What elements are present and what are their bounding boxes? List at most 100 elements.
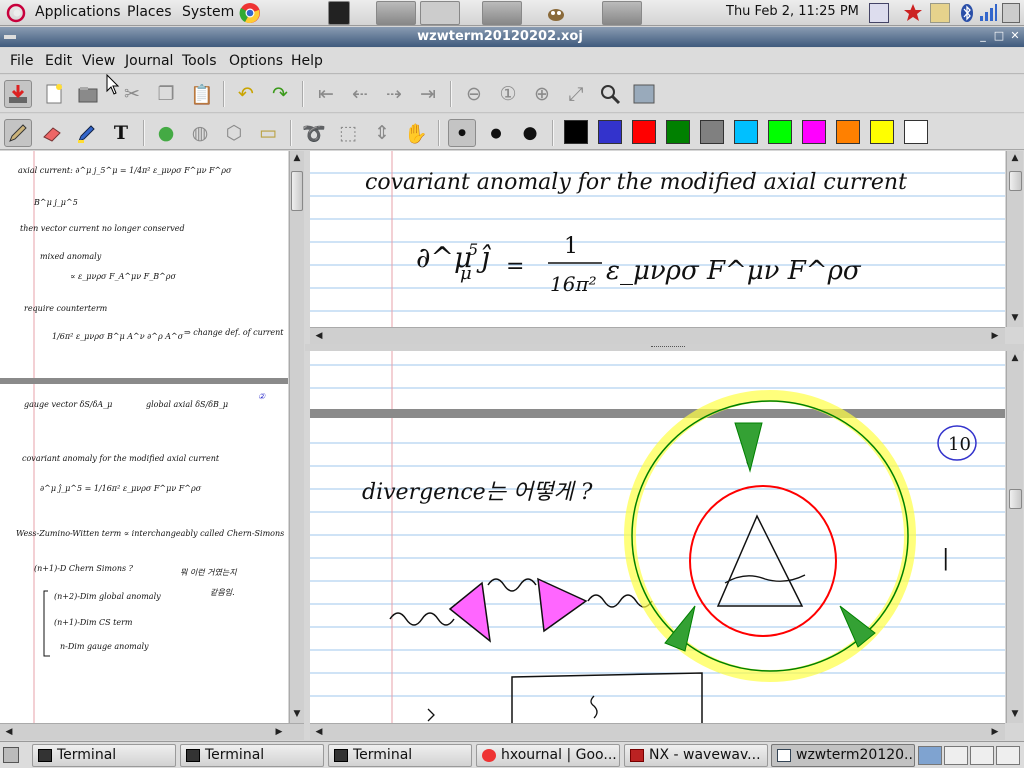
color-orange-swatch[interactable] — [836, 120, 860, 144]
pen-icon[interactable] — [4, 119, 32, 147]
scroll-up-arrow[interactable]: ▲ — [290, 151, 304, 165]
applications-menu[interactable]: Applications — [35, 4, 121, 20]
scroll-up-arrow[interactable]: ▲ — [1008, 151, 1022, 165]
fullscreen-icon[interactable] — [630, 80, 658, 108]
thick-icon[interactable]: ● — [516, 119, 544, 147]
scroll-left-arrow[interactable]: ◀ — [312, 725, 326, 739]
system-menu[interactable]: System — [182, 4, 234, 20]
paste-icon[interactable]: 📋 — [188, 80, 216, 108]
color-lightgreen-swatch[interactable] — [768, 120, 792, 144]
cut-icon[interactable]: ✂ — [118, 80, 146, 108]
scroll-right-arrow[interactable]: ▶ — [272, 725, 286, 739]
zoom-fit-icon[interactable]: ⤢ — [562, 80, 590, 108]
find-icon[interactable] — [596, 80, 624, 108]
vertical-space-icon[interactable]: ⇕ — [368, 119, 396, 147]
next-page-icon[interactable]: ⇢ — [380, 80, 408, 108]
new-icon[interactable] — [40, 80, 68, 108]
battery-icon[interactable] — [1002, 3, 1020, 23]
display-icon[interactable] — [869, 3, 889, 23]
prev-page-icon[interactable]: ⇠ — [346, 80, 374, 108]
open-icon[interactable] — [74, 80, 102, 108]
menu-tools[interactable]: Tools — [182, 53, 217, 69]
text-icon[interactable]: T — [107, 119, 135, 147]
menu-file[interactable]: File — [10, 53, 33, 69]
window-titlebar[interactable]: wzwterm20120202.xoj _ □ ✕ — [0, 27, 1024, 47]
hand-icon[interactable]: ✋ — [402, 119, 430, 147]
task-terminal-1[interactable]: Terminal — [32, 744, 176, 767]
shape-recognizer-icon[interactable]: ⬡ — [220, 119, 248, 147]
color-magenta-swatch[interactable] — [802, 120, 826, 144]
scroll-thumb[interactable] — [1009, 171, 1022, 191]
scroll-up-arrow[interactable]: ▲ — [1008, 351, 1022, 365]
default-tool-icon[interactable]: ● — [152, 119, 180, 147]
color-lightblue-swatch[interactable] — [734, 120, 758, 144]
maximize-button[interactable]: □ — [992, 29, 1006, 43]
pane-splitter[interactable] — [305, 344, 1024, 351]
workspace-2[interactable] — [944, 746, 968, 765]
bottom-right-horizontal-scrollbar[interactable]: ◀ ▶ — [310, 723, 1005, 740]
top-right-vertical-scrollbar[interactable]: ▲ ▼ — [1006, 151, 1023, 327]
update-notifier-icon[interactable] — [903, 3, 923, 23]
medium-icon[interactable]: ● — [482, 119, 510, 147]
task-chrome[interactable]: hxournal | Goo... — [476, 744, 620, 767]
bluetooth-icon[interactable] — [957, 3, 977, 23]
chrome-launcher-icon[interactable] — [239, 2, 261, 24]
menu-options[interactable]: Options — [229, 53, 283, 69]
menu-edit[interactable]: Edit — [45, 53, 72, 69]
left-vertical-scrollbar[interactable]: ▲ ▼ — [289, 151, 304, 723]
left-page-view[interactable]: axial current: ∂^μ j_5^μ = 1/4π² ε_μνρσ … — [0, 151, 288, 723]
image-icon[interactable]: ▭ — [254, 119, 282, 147]
scroll-down-arrow[interactable]: ▼ — [290, 707, 304, 721]
lamp-launcher-icon[interactable] — [420, 1, 460, 25]
zoom-in-icon[interactable]: ⊕ — [528, 80, 556, 108]
task-terminal-3[interactable]: Terminal — [328, 744, 472, 767]
save-icon[interactable] — [4, 80, 32, 108]
app-launcher-icon[interactable] — [602, 1, 642, 25]
color-red-swatch[interactable] — [632, 120, 656, 144]
bottom-right-page-view[interactable]: divergence는 어떻게 ? 10 | — [310, 351, 1005, 723]
menu-help[interactable]: Help — [291, 53, 323, 69]
first-page-icon[interactable]: ⇤ — [312, 80, 340, 108]
color-yellow-swatch[interactable] — [870, 120, 894, 144]
scroll-thumb[interactable] — [291, 171, 303, 211]
ruler-icon[interactable]: ◍ — [186, 119, 214, 147]
scroll-right-arrow[interactable]: ▶ — [988, 329, 1002, 343]
task-nx[interactable]: NX - wavewav... — [624, 744, 768, 767]
terminal-launcher-icon[interactable] — [328, 1, 350, 25]
clipboard-icon[interactable] — [930, 3, 950, 23]
scroll-left-arrow[interactable]: ◀ — [2, 725, 16, 739]
show-desktop-icon[interactable] — [3, 747, 19, 763]
places-menu[interactable]: Places — [127, 4, 172, 20]
color-black-swatch[interactable] — [564, 120, 588, 144]
highlighter-icon[interactable] — [72, 119, 100, 147]
zoom-out-icon[interactable]: ⊖ — [460, 80, 488, 108]
bottom-right-vertical-scrollbar[interactable]: ▲ ▼ — [1006, 351, 1023, 723]
color-blue-swatch[interactable] — [598, 120, 622, 144]
wifi-signal-icon[interactable] — [978, 3, 998, 23]
gimp-launcher-icon[interactable] — [545, 3, 567, 23]
scroll-right-arrow[interactable]: ▶ — [988, 725, 1002, 739]
task-terminal-2[interactable]: Terminal — [180, 744, 324, 767]
left-horizontal-scrollbar[interactable]: ◀ ▶ — [0, 723, 304, 740]
last-page-icon[interactable]: ⇥ — [414, 80, 442, 108]
close-button[interactable]: ✕ — [1008, 29, 1022, 43]
workspace-launcher-icon[interactable] — [376, 1, 416, 25]
top-right-horizontal-scrollbar[interactable]: ◀ ▶ — [310, 327, 1005, 344]
eraser-icon[interactable] — [38, 119, 66, 147]
clock[interactable]: Thu Feb 2, 11:25 PM — [726, 4, 859, 19]
thin-icon[interactable]: ● — [448, 119, 476, 147]
scroll-thumb[interactable] — [1009, 489, 1022, 509]
splitter-grip[interactable] — [651, 346, 685, 348]
workspace-3[interactable] — [970, 746, 994, 765]
zoom-100-icon[interactable]: ① — [494, 80, 522, 108]
top-right-page-view[interactable]: covariant anomaly for the modified axial… — [310, 151, 1005, 327]
color-white-swatch[interactable] — [904, 120, 928, 144]
scroll-left-arrow[interactable]: ◀ — [312, 329, 326, 343]
scroll-down-arrow[interactable]: ▼ — [1008, 707, 1022, 721]
redo-icon[interactable]: ↷ — [266, 80, 294, 108]
workspace-4[interactable] — [996, 746, 1020, 765]
minimize-button[interactable]: _ — [976, 29, 990, 43]
color-green-swatch[interactable] — [666, 120, 690, 144]
menu-journal[interactable]: Journal — [125, 53, 173, 69]
rect-select-icon[interactable]: ⬚ — [334, 119, 362, 147]
